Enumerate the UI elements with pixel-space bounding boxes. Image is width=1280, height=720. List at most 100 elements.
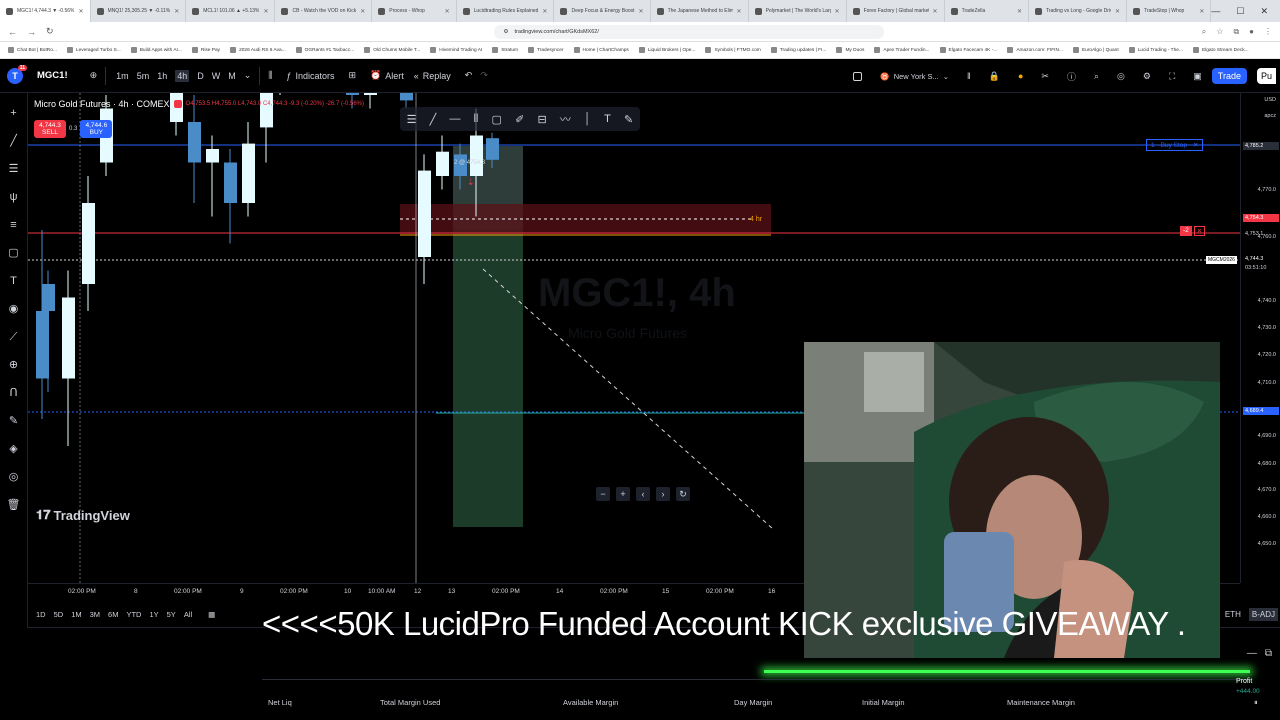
- bookmark-item[interactable]: Tradesyncer: [528, 47, 564, 53]
- profile-icon[interactable]: ●: [1249, 27, 1254, 37]
- bookmark-item[interactable]: Leveraged Turbo S...: [66, 47, 121, 53]
- currency-label[interactable]: USD: [1264, 97, 1276, 103]
- range-1y[interactable]: 1Y: [149, 610, 158, 619]
- redo-icon[interactable]: ↷: [480, 70, 488, 81]
- crosshair-icon[interactable]: +: [10, 105, 16, 122]
- symbol-search[interactable]: MGC1!: [37, 70, 68, 81]
- search-icon[interactable]: ⌕: [1094, 71, 1099, 82]
- bookmark-item[interactable]: Apex Trader Fundin...: [874, 47, 930, 53]
- user-avatar[interactable]: T 11: [7, 64, 27, 84]
- range-1m[interactable]: 1M: [71, 610, 81, 619]
- price-scale[interactable]: USD apcz 4,785.2 4,754.3 4,753.1 4,744.3…: [1240, 93, 1280, 583]
- zoom-icon[interactable]: ⌕: [1202, 27, 1206, 37]
- settings-gear-icon[interactable]: ⚙: [1143, 71, 1151, 82]
- templates-icon[interactable]: ⊞: [348, 70, 356, 81]
- browser-tab[interactable]: Forex Factory | Global markets for ✕: [847, 0, 945, 22]
- text-icon[interactable]: T: [10, 273, 17, 290]
- reload-icon[interactable]: ↻: [46, 26, 54, 37]
- fib-icon[interactable]: ≡: [10, 217, 16, 234]
- interval-4h[interactable]: 4h: [175, 69, 190, 82]
- bookmark-item[interactable]: EuroAlgo | Quant: [1072, 47, 1119, 53]
- range-5y[interactable]: 5Y: [167, 610, 176, 619]
- magnet-icon[interactable]: Ո: [9, 385, 17, 402]
- browser-tab[interactable]: TradeStop | Whop ✕: [1127, 0, 1212, 22]
- menu-icon[interactable]: ⋮: [1264, 27, 1272, 37]
- close-tab-icon[interactable]: ✕: [639, 8, 644, 15]
- browser-tab[interactable]: MGC1! 4,744.3 ▼ -0.56% ✕: [0, 0, 91, 22]
- trend-line-icon[interactable]: ╱: [10, 133, 17, 150]
- close-tab-icon[interactable]: ✕: [360, 8, 365, 15]
- interval-d[interactable]: D: [197, 71, 204, 81]
- chevron-down-icon[interactable]: ⌄: [244, 70, 252, 81]
- eth-toggle[interactable]: ETH: [1225, 610, 1241, 619]
- interval-1h[interactable]: 1h: [157, 71, 167, 81]
- bookmark-item[interactable]: Stratum: [492, 47, 518, 53]
- horizontal-lines-icon[interactable]: ☰: [9, 161, 19, 178]
- fullscreen-icon[interactable]: ⛶: [1169, 71, 1175, 82]
- eye-icon[interactable]: ◎: [9, 469, 19, 486]
- range-5d[interactable]: 5D: [54, 610, 64, 619]
- lock-drawings-icon[interactable]: ✎: [9, 413, 18, 430]
- bookmark-item[interactable]: Home | ChartChamps: [573, 47, 629, 53]
- minimize-icon[interactable]: —: [1211, 6, 1220, 17]
- compare-icon[interactable]: ⊕: [90, 70, 98, 81]
- alert-button[interactable]: ⏰ Alert: [370, 70, 404, 81]
- close-tab-icon[interactable]: ✕: [1017, 8, 1022, 15]
- scale-mode[interactable]: apcz: [1264, 113, 1276, 119]
- close-tab-icon[interactable]: ✕: [263, 8, 268, 15]
- trash-icon[interactable]: 🗑: [7, 497, 21, 514]
- browser-tab[interactable]: CB - Watch the VOD on Kick ✕: [275, 0, 373, 22]
- browser-tab[interactable]: Polymarket | The World's Largest Pr ✕: [749, 0, 847, 22]
- undo-icon[interactable]: ↶: [465, 70, 473, 81]
- minimize-panel-icon[interactable]: —: [1247, 648, 1257, 659]
- measure-tool-icon[interactable]: ⊟: [537, 113, 546, 126]
- browser-tab[interactable]: Process - Whop ✕: [372, 0, 457, 22]
- close-tab-icon[interactable]: ✕: [1199, 8, 1204, 15]
- browser-tab[interactable]: Deep Focus & Energy Boost ✕: [554, 0, 651, 22]
- vline-tool-icon[interactable]: │: [584, 113, 591, 125]
- sell-button[interactable]: 4,744.3 SELL: [34, 120, 66, 138]
- bookmark-item[interactable]: Elgato Stream Deck...: [1192, 47, 1249, 53]
- position-tag[interactable]: -2 ✕: [1180, 226, 1206, 236]
- path-tool-icon[interactable]: 〰: [560, 111, 571, 127]
- bookmark-item[interactable]: My Duos: [836, 47, 864, 53]
- interval-m[interactable]: M: [228, 71, 236, 81]
- site-info-icon[interactable]: ⚙: [504, 29, 509, 35]
- close-window-icon[interactable]: ✕: [1260, 6, 1268, 17]
- chart-type-icon[interactable]: ⫼: [268, 70, 272, 81]
- range-1d[interactable]: 1D: [36, 610, 46, 619]
- trade-button[interactable]: Trade: [1211, 68, 1247, 84]
- reset-chart-icon[interactable]: ↻: [676, 487, 690, 501]
- rect-tool-icon[interactable]: ▢: [491, 113, 501, 126]
- forward-icon[interactable]: →: [27, 27, 36, 37]
- close-tab-icon[interactable]: ✕: [933, 8, 938, 15]
- bookmark-item[interactable]: Liquid Brokers | Ope...: [638, 47, 695, 53]
- bookmark-item[interactable]: Hivemind Trading AI: [430, 47, 482, 53]
- channel-tool-icon[interactable]: ⫴: [474, 113, 479, 126]
- bookmark-item[interactable]: Elgato Facecam 4K -...: [939, 47, 997, 53]
- back-icon[interactable]: ←: [8, 27, 17, 37]
- bookmark-item[interactable]: Rise Pay: [191, 47, 220, 53]
- browser-tab[interactable]: MNQ1! 25,305.25 ▼ -0.11% ✕: [91, 0, 187, 22]
- hide-drawings-icon[interactable]: ◈: [9, 441, 17, 458]
- range-3m[interactable]: 3M: [90, 610, 100, 619]
- text-tool-icon[interactable]: T: [604, 113, 611, 125]
- interval-w[interactable]: W: [212, 71, 221, 81]
- back-adjust-toggle[interactable]: B-ADJ: [1248, 608, 1278, 621]
- interval-5m[interactable]: 5m: [137, 71, 150, 81]
- scroll-left-icon[interactable]: ‹: [636, 487, 650, 501]
- zoom-in-icon[interactable]: +: [616, 487, 630, 501]
- tools-icon[interactable]: ✂: [1041, 71, 1049, 82]
- bookmark-item[interactable]: Chat Bot | BotRo...: [8, 47, 57, 53]
- range-ytd[interactable]: YTD: [126, 610, 141, 619]
- close-tab-icon[interactable]: ✕: [174, 8, 179, 15]
- pause-icon[interactable]: ⏸: [1254, 698, 1258, 708]
- bookmark-item[interactable]: Old Chums Mobile T...: [364, 47, 420, 53]
- bookmark-item[interactable]: Amazon.com: FIFIN...: [1007, 47, 1063, 53]
- browser-tab[interactable]: TradeZella ✕: [945, 0, 1029, 22]
- browser-tab[interactable]: MCL1! 101.06 ▲ +5.13% ✕: [186, 0, 276, 22]
- bookmark-item[interactable]: 2026 Audi RS 6 Ava...: [230, 47, 286, 53]
- layout-checkbox[interactable]: [853, 71, 863, 81]
- line-tool-icon[interactable]: ╱: [430, 113, 437, 126]
- bookmark-item[interactable]: Symbols | FTMO.com: [705, 47, 761, 53]
